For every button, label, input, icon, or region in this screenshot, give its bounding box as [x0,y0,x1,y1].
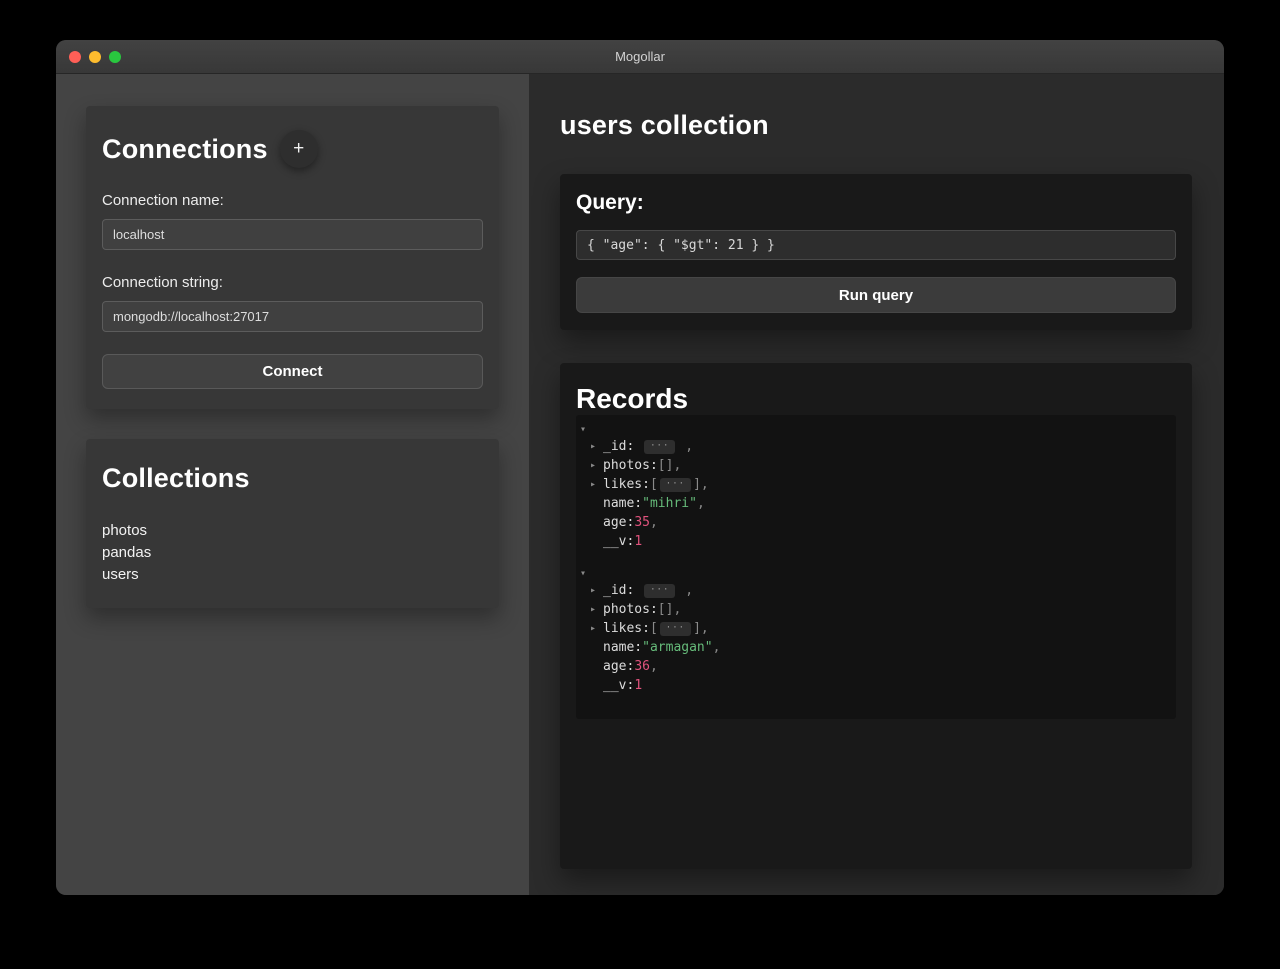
record: ▾ ▸ _id: ··· , ▸ photos:[], ▸ likes:[···], name… [580,423,1162,551]
field-suffix: , [649,659,658,674]
field-suffix: , [700,477,709,492]
records-title: Records [576,383,689,414]
bracket-open: [ [649,477,658,492]
record-rows: ▸ _id: ··· , ▸ photos:[], ▸ likes:[···], name:… [580,437,1162,551]
ellipsis-badge[interactable]: ··· [644,439,676,454]
field-key: likes: [603,621,650,636]
expand-icon[interactable]: ▸ [590,479,603,490]
records-list: ▾ ▸ _id: ··· , ▸ photos:[], ▸ likes:[···], name… [576,415,1176,719]
field-value: 1 [634,678,643,693]
record-field-name: name: "armagan", [590,638,1162,657]
collection-item-users[interactable]: users [102,564,483,586]
bracket-close: ] [693,621,701,636]
record-rows: ▸ _id: ··· , ▸ photos:[], ▸ likes:[···], name:… [580,581,1162,695]
connect-button[interactable]: Connect [102,354,483,389]
ellipsis-badge[interactable]: ··· [659,477,692,492]
expand-icon[interactable]: ▸ [590,585,603,596]
collection-item-photos[interactable]: photos [102,520,483,542]
record-field-_id: ▸ _id: ··· , [590,581,1162,600]
record-field-photos: ▸ photos:[], [590,600,1162,619]
record-field-_id: ▸ _id: ··· , [590,437,1162,456]
expand-icon[interactable]: ▸ [590,604,603,615]
bracket-open: [ [649,621,658,636]
field-key: age: [603,659,635,674]
field-key: likes: [603,477,650,492]
field-key: __v: [603,678,635,693]
field-value: 1 [634,534,643,549]
record-field-name: name: "mihri", [590,494,1162,513]
field-suffix: , [649,515,658,530]
record-field-__v: __v: 1 [590,676,1162,695]
sidebar: Connections + Connection name: Connectio… [56,74,529,895]
plus-icon: + [293,138,305,159]
field-key: _id: [603,439,643,454]
add-connection-button[interactable]: + [279,130,318,168]
titlebar[interactable]: Mogollar [56,40,1224,74]
expand-icon[interactable]: ▸ [590,623,603,634]
field-key: name: [603,496,643,511]
record: ▾ ▸ _id: ··· , ▸ photos:[], ▸ likes:[···], name… [580,567,1162,695]
field-suffix: , [677,583,694,598]
collection-item-pandas[interactable]: pandas [102,542,483,564]
field-value: [] [657,458,674,473]
window-body: Connections + Connection name: Connectio… [56,74,1224,895]
field-value: "armagan" [642,640,713,655]
query-input[interactable] [576,230,1176,260]
field-value: 35 [634,515,650,530]
field-key: __v: [603,534,635,549]
app-window: Mogollar Connections + Connection name: … [56,40,1224,895]
ellipsis-badge[interactable]: ··· [659,621,692,636]
collections-title: Collections [102,463,250,493]
connection-name-label: Connection name: [102,192,224,209]
field-suffix: , [677,439,694,454]
connection-string-input[interactable] [102,301,483,332]
minimize-button[interactable] [89,50,101,63]
field-suffix: , [700,621,709,636]
record-field-likes: ▸ likes:[···], [590,475,1162,494]
field-key: name: [603,640,643,655]
record-field-__v: __v: 1 [590,532,1162,551]
field-key: _id: [603,583,643,598]
field-suffix: , [712,640,721,655]
records-card: Records ▾ ▸ _id: ··· , ▸ photos:[], ▸ likes:[·… [560,363,1192,869]
record-field-photos: ▸ photos:[], [590,456,1162,475]
field-key: photos: [603,602,658,617]
close-button[interactable] [69,50,81,63]
traffic-lights [56,50,121,63]
expand-icon[interactable]: ▸ [590,460,603,471]
field-suffix: , [673,458,682,473]
connections-card: Connections + Connection name: Connectio… [86,106,499,409]
record-field-likes: ▸ likes:[···], [590,619,1162,638]
collections-card: Collections photos pandas users [86,439,499,608]
query-title: Query: [576,191,644,214]
connections-header: Connections + [102,130,483,168]
connection-string-label: Connection string: [102,274,223,291]
field-value: 36 [634,659,650,674]
ellipsis-badge[interactable]: ··· [644,583,676,598]
record-field-age: age: 36, [590,657,1162,676]
field-key: photos: [603,458,658,473]
field-suffix: , [673,602,682,617]
field-value: "mihri" [642,496,697,511]
field-value: [] [657,602,674,617]
main-panel: users collection Query: Run query Record… [529,74,1224,895]
field-suffix: , [696,496,705,511]
page-title: users collection [560,110,769,140]
connection-name-input[interactable] [102,219,483,250]
query-card: Query: Run query [560,174,1192,330]
bracket-close: ] [693,477,701,492]
collapse-icon[interactable]: ▾ [580,567,1162,581]
zoom-button[interactable] [109,50,121,63]
connections-title: Connections [102,133,268,164]
expand-icon[interactable]: ▸ [590,441,603,452]
run-query-button[interactable]: Run query [576,277,1176,313]
collapse-icon[interactable]: ▾ [580,423,1162,437]
field-key: age: [603,515,635,530]
collections-list: photos pandas users [102,520,483,586]
window-title: Mogollar [615,49,665,64]
record-field-age: age: 35, [590,513,1162,532]
